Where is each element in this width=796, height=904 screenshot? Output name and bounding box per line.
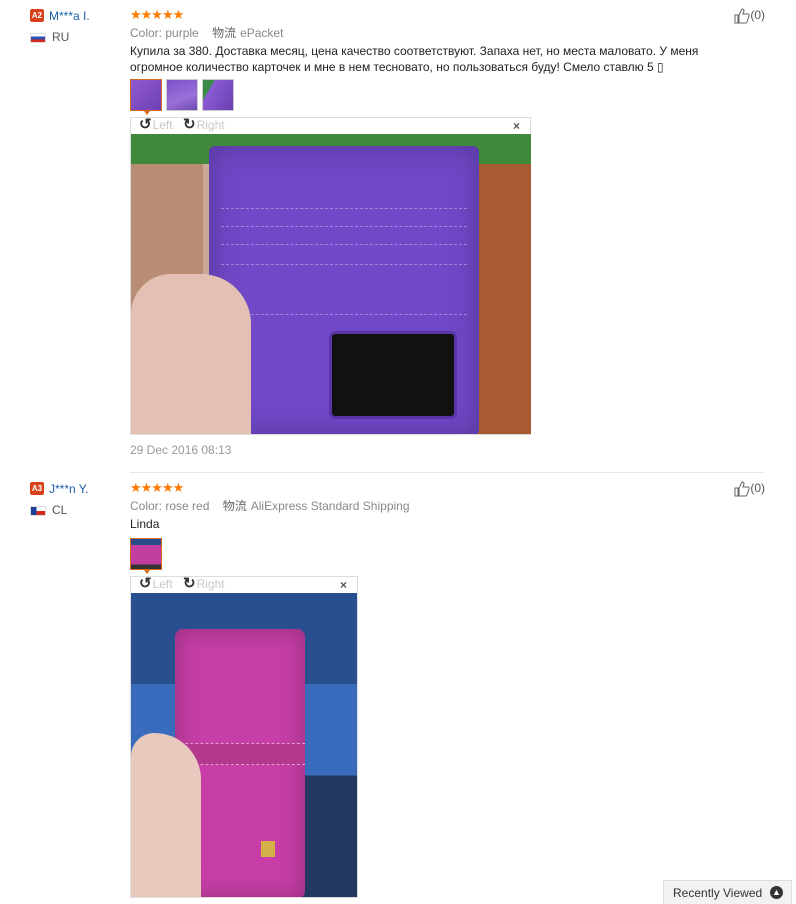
color-label: Color: — [130, 26, 163, 40]
helpful-count: (0) — [750, 481, 765, 496]
reviewer-info: A3 J***n Y. CL — [30, 481, 89, 517]
rotate-left-label: Left — [152, 577, 173, 591]
review-photo-thumbnails — [130, 538, 730, 574]
reviewer-name[interactable]: J***n Y. — [49, 482, 89, 496]
rotate-left-label: Left — [152, 118, 173, 132]
rotate-right-button[interactable]: ↻Right — [183, 575, 225, 592]
star-rating: ★★★★★ — [130, 7, 184, 22]
thumbs-up-icon — [734, 481, 751, 497]
rotate-left-icon: ↺ — [139, 575, 152, 592]
review-content: ★★★★★ Color: purple 物流 ePacket Купила за … — [130, 8, 730, 457]
rotate-right-icon: ↻ — [183, 575, 196, 592]
photo-viewer: ↺Left ↻Right × — [130, 576, 358, 898]
recently-viewed-button[interactable]: Recently Viewed ▲ — [663, 880, 792, 904]
star-rating: ★★★★★ — [130, 480, 184, 495]
shipping-label: 物流 — [212, 26, 237, 40]
photo-thumbnail[interactable] — [166, 79, 198, 111]
photo-thumbnail[interactable] — [130, 79, 162, 115]
close-icon[interactable]: × — [513, 119, 520, 133]
buyer-level-badge: A2 — [30, 9, 44, 23]
color-label: Color: — [130, 499, 163, 513]
order-info: Color: purple 物流 ePacket — [130, 25, 730, 41]
review-photo-thumbnails — [130, 79, 730, 115]
helpful-button[interactable]: (0) — [734, 8, 765, 24]
rotate-right-label: Right — [196, 118, 225, 132]
helpful-button[interactable]: (0) — [734, 481, 765, 497]
reviewer-name[interactable]: M***a I. — [49, 9, 90, 23]
color-value: rose red — [165, 499, 210, 513]
review-photo[interactable] — [131, 134, 531, 434]
shipping-label: 物流 — [222, 499, 247, 513]
reviewer-country: CL — [30, 503, 67, 517]
shipping-value: ePacket — [240, 26, 284, 40]
rotate-left-icon: ↺ — [139, 116, 152, 133]
order-info: Color: rose red 物流 AliExpress Standard Sh… — [130, 498, 730, 514]
recently-viewed-label: Recently Viewed — [673, 886, 763, 900]
country-code: CL — [52, 503, 68, 517]
rotate-right-button[interactable]: ↻Right — [183, 116, 225, 133]
buyer-level-badge: A3 — [30, 482, 44, 496]
helpful-count: (0) — [750, 8, 765, 23]
rotate-right-label: Right — [196, 577, 225, 591]
color-value: purple — [165, 26, 199, 40]
photo-viewer: ↺Left ↻Right × — [130, 117, 531, 435]
photo-viewer-toolbar: ↺Left ↻Right × — [131, 575, 357, 593]
reviewer-info: A2 M***a I. RU — [30, 8, 90, 44]
review-item: A2 M***a I. RU ★★★★★ Color: purple 物流 ePac… — [0, 0, 796, 473]
review-text: Linda — [130, 517, 160, 531]
review-date: 29 Dec 2016 08:13 — [130, 443, 232, 457]
reviewer-country: RU — [30, 30, 69, 44]
photo-thumbnail[interactable] — [202, 79, 234, 111]
rotate-right-icon: ↻ — [183, 116, 196, 133]
rotate-left-button[interactable]: ↺Left — [139, 116, 173, 133]
rotate-left-button[interactable]: ↺Left — [139, 575, 173, 592]
photo-viewer-toolbar: ↺Left ↻Right × — [131, 116, 530, 134]
shipping-value: AliExpress Standard Shipping — [250, 499, 410, 513]
review-photo[interactable] — [131, 593, 357, 897]
close-icon[interactable]: × — [340, 578, 347, 592]
review-item: A3 J***n Y. CL ★★★★★ Color: rose red 物流 Al… — [0, 473, 796, 904]
thumbs-up-icon — [734, 8, 751, 24]
photo-thumbnail[interactable] — [130, 538, 162, 574]
review-content: ★★★★★ Color: rose red 物流 AliExpress Stand… — [130, 481, 730, 898]
country-code: RU — [52, 30, 70, 44]
flag-icon — [30, 32, 46, 43]
review-text: Купила за 380. Доставка месяц, цена каче… — [130, 44, 699, 74]
flag-icon — [30, 505, 46, 516]
chevron-up-icon: ▲ — [770, 886, 783, 899]
